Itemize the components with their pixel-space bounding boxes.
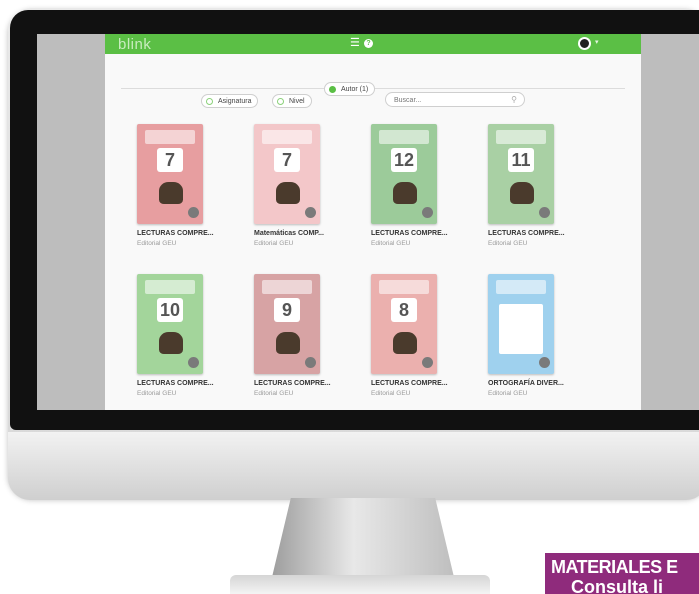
banner-title: MATERIALES E (551, 557, 678, 577)
book-publisher: Editorial GEU (254, 240, 294, 247)
book-card[interactable]: 10 LECTURAS COMPRE... Editorial GEU (137, 274, 237, 397)
cover-illustration (276, 182, 300, 204)
cover-title-band (379, 280, 429, 294)
monitor-base (230, 575, 490, 594)
app-window: blink ☰ ? ▾ Asignatura Nivel Autor (1) ⚲… (105, 34, 641, 410)
book-cover[interactable]: 7 (137, 124, 203, 224)
book-card[interactable]: 7 LECTURAS COMPRE... Editorial GEU (137, 124, 237, 247)
filter-check-icon (329, 86, 336, 93)
book-card[interactable]: 11 LECTURAS COMPRE... Editorial GEU (488, 124, 588, 247)
cover-illustration (499, 304, 543, 354)
book-publisher: Editorial GEU (254, 390, 294, 397)
cover-illustration (276, 332, 300, 354)
materials-banner[interactable]: MATERIALES E Consulta li (545, 553, 699, 594)
filter-author[interactable]: Autor (1) (324, 82, 376, 96)
cover-title-band (262, 130, 312, 144)
book-publisher: Editorial GEU (137, 390, 177, 397)
cover-illustration (510, 182, 534, 204)
cover-level-number: 11 (508, 148, 534, 172)
cover-title-band (496, 130, 546, 144)
book-title[interactable]: LECTURAS COMPRE... (488, 230, 588, 237)
monitor-chin (8, 432, 699, 500)
top-bar: blink ☰ ? ▾ (105, 34, 641, 54)
help-icon[interactable]: ? (364, 39, 373, 48)
book-title[interactable]: LECTURAS COMPRE... (254, 380, 354, 387)
book-publisher: Editorial GEU (488, 240, 528, 247)
book-title[interactable]: LECTURAS COMPRE... (137, 380, 237, 387)
book-publisher: Editorial GEU (371, 390, 411, 397)
search-field[interactable]: ⚲ (385, 92, 525, 107)
book-card[interactable]: 7 Matemáticas COMP... Editorial GEU (254, 124, 354, 247)
book-cover[interactable]: 8 (371, 274, 437, 374)
book-publisher: Editorial GEU (488, 390, 528, 397)
book-publisher: Editorial GEU (371, 240, 411, 247)
banner-subtitle: Consulta li (571, 577, 664, 594)
chevron-down-icon[interactable]: ▾ (595, 38, 599, 46)
cover-title-band (145, 280, 195, 294)
book-title[interactable]: LECTURAS COMPRE... (137, 230, 237, 237)
book-card[interactable]: 12 LECTURAS COMPRE... Editorial GEU (371, 124, 471, 247)
cover-level-number: 10 (157, 298, 183, 322)
book-cover[interactable]: 7 (254, 124, 320, 224)
cover-seal-icon (539, 207, 550, 218)
cover-title-band (379, 130, 429, 144)
cover-level-number: 8 (391, 298, 417, 322)
book-cover[interactable]: 12 (371, 124, 437, 224)
cover-seal-icon (305, 357, 316, 368)
book-title[interactable]: ORTOGRAFÍA DIVER... (488, 380, 588, 387)
book-title[interactable]: LECTURAS COMPRE... (371, 230, 471, 237)
book-title[interactable]: LECTURAS COMPRE... (371, 380, 471, 387)
cover-seal-icon (305, 207, 316, 218)
cover-illustration (159, 182, 183, 204)
filter-author-label: Autor (1) (341, 86, 369, 93)
search-icon[interactable]: ⚲ (511, 95, 517, 104)
book-publisher: Editorial GEU (137, 240, 177, 247)
filter-radio-icon (277, 98, 284, 105)
cover-title-band (262, 280, 312, 294)
filter-radio-icon (206, 98, 213, 105)
cover-seal-icon (188, 207, 199, 218)
filter-level[interactable]: Nivel (272, 94, 312, 108)
filter-level-label: Nivel (289, 98, 305, 105)
cover-illustration (393, 332, 417, 354)
filter-subject[interactable]: Asignatura (201, 94, 259, 108)
book-cover[interactable]: 11 (488, 124, 554, 224)
cover-illustration (393, 182, 417, 204)
book-title[interactable]: Matemáticas COMP... (254, 230, 354, 237)
search-input[interactable] (394, 95, 504, 105)
cover-level-number: 12 (391, 148, 417, 172)
filter-subject-label: Asignatura (218, 98, 252, 105)
cover-level-number: 9 (274, 298, 300, 322)
menu-icon[interactable]: ☰ (350, 38, 360, 49)
book-cover[interactable]: 10 (137, 274, 203, 374)
cover-seal-icon (422, 357, 433, 368)
blink-logo[interactable]: blink (118, 36, 151, 53)
screen: blink ☰ ? ▾ Asignatura Nivel Autor (1) ⚲… (37, 34, 699, 410)
cover-level-number: 7 (274, 148, 300, 172)
book-card[interactable]: ORTOGRAFÍA DIVER... Editorial GEU (488, 274, 588, 397)
cover-seal-icon (188, 357, 199, 368)
cover-seal-icon (539, 357, 550, 368)
cover-seal-icon (422, 207, 433, 218)
cover-level-number: 7 (157, 148, 183, 172)
cover-title-band (496, 280, 546, 294)
cover-illustration (159, 332, 183, 354)
book-card[interactable]: 8 LECTURAS COMPRE... Editorial GEU (371, 274, 471, 397)
book-cover[interactable] (488, 274, 554, 374)
book-card[interactable]: 9 LECTURAS COMPRE... Editorial GEU (254, 274, 354, 397)
avatar[interactable] (578, 37, 591, 50)
book-cover[interactable]: 9 (254, 274, 320, 374)
cover-title-band (145, 130, 195, 144)
